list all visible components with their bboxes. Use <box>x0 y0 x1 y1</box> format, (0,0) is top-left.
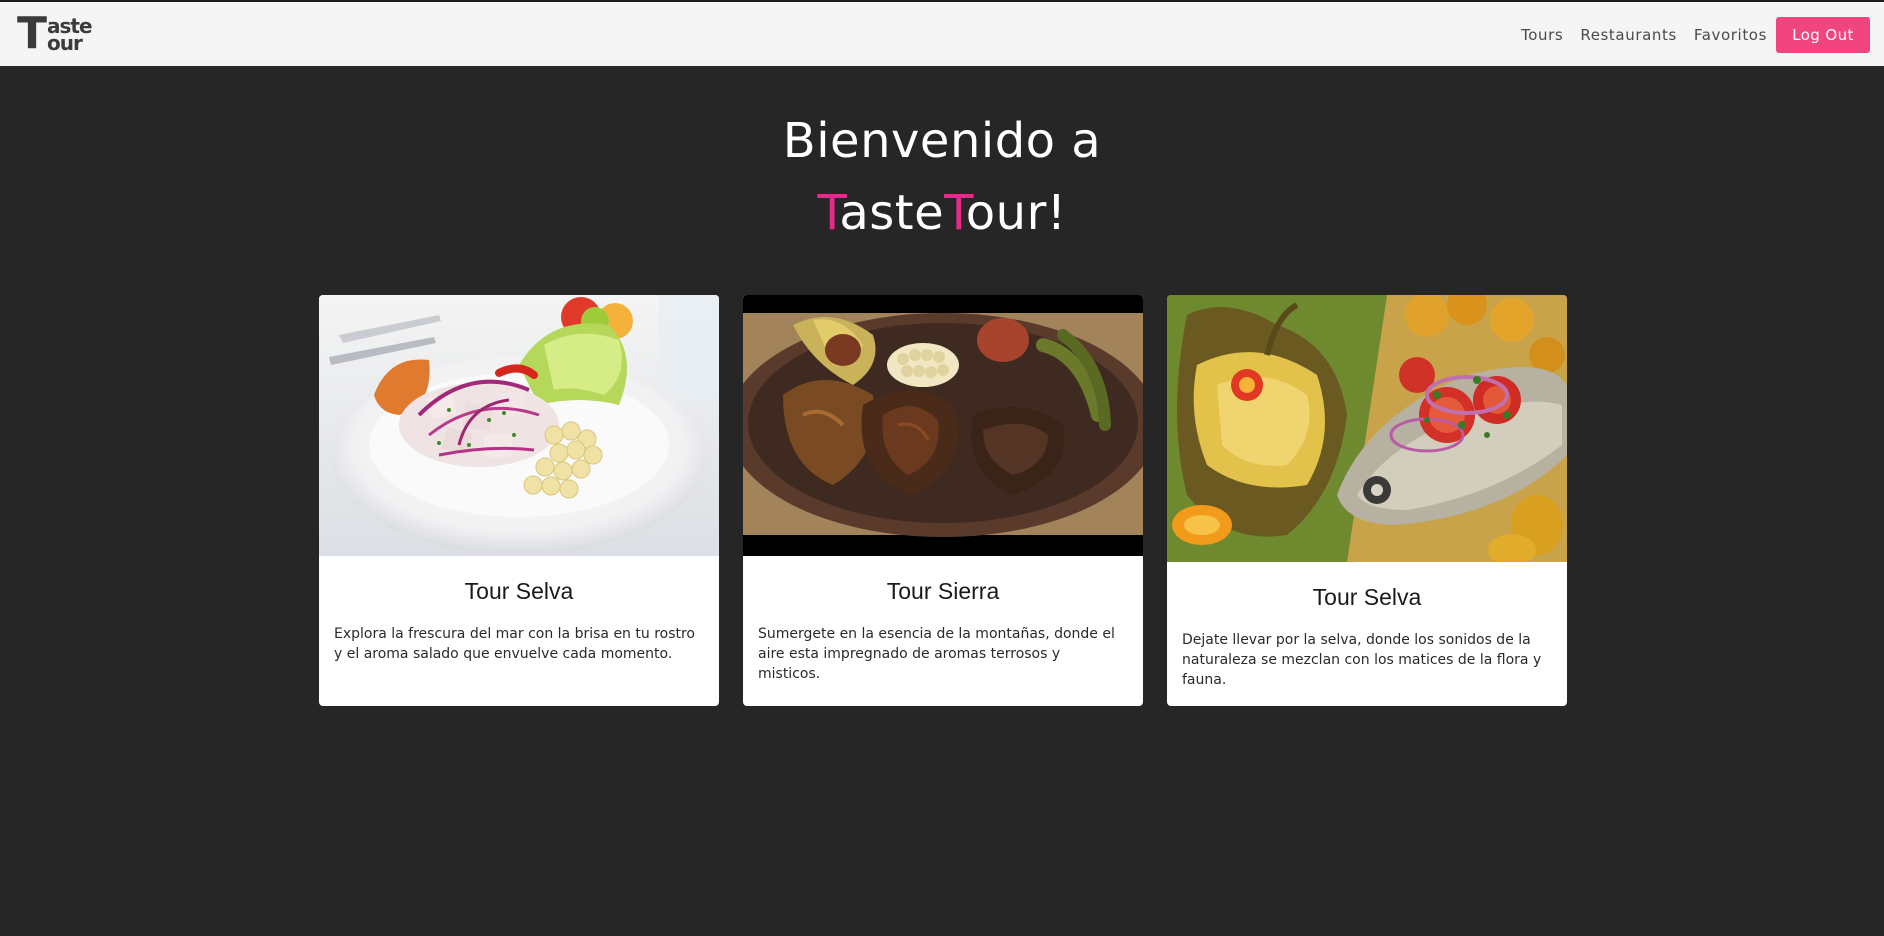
ceviche-dish-image <box>319 295 719 556</box>
selva-dish-image <box>1167 295 1567 562</box>
hero-letter-t1: T <box>817 185 840 241</box>
card-description: Explora la frescura del mar con la brisa… <box>334 626 695 662</box>
nav-link-restaurants[interactable]: Restaurants <box>1580 26 1677 44</box>
tour-card-2[interactable]: Tour Sierra Sumergete en la esencia de l… <box>743 295 1143 706</box>
hero-letter-t2: T <box>944 185 966 241</box>
top-navbar: T aste our Tours Restaurants Favoritos L… <box>0 0 1884 66</box>
tour-card-1[interactable]: Tour Selva Explora la frescura del mar c… <box>319 295 719 706</box>
nav-links: Tours Restaurants Favoritos Log Out <box>1521 17 1870 53</box>
logo-bottom-text: our <box>47 31 83 55</box>
card-title: Tour Sierra <box>886 578 1000 604</box>
card-title: Tour Selva <box>1312 584 1422 610</box>
tour-card-3[interactable]: Tour Selva Dejate llevar por la selva, d… <box>1167 295 1567 706</box>
card-description: Dejate llevar por la selva, donde los so… <box>1182 632 1542 688</box>
nav-link-tours[interactable]: Tours <box>1521 26 1563 44</box>
logout-button[interactable]: Log Out <box>1776 17 1870 53</box>
nav-link-favoritos[interactable]: Favoritos <box>1694 26 1767 44</box>
hero-text-aste: aste <box>839 185 945 241</box>
hero-line-2: TasteTour! <box>0 177 1884 249</box>
pachamanca-dish-image <box>743 295 1143 556</box>
hero-heading: Bienvenido a TasteTour! <box>0 105 1884 249</box>
hero-line-1: Bienvenido a <box>782 113 1102 169</box>
tastetour-logo[interactable]: T aste our <box>17 12 107 56</box>
card-description: Sumergete en la esencia de la montañas, … <box>758 626 1115 682</box>
logo-big-t: T <box>17 8 48 59</box>
hero-text-our: our! <box>965 185 1067 241</box>
card-title: Tour Selva <box>464 578 574 604</box>
